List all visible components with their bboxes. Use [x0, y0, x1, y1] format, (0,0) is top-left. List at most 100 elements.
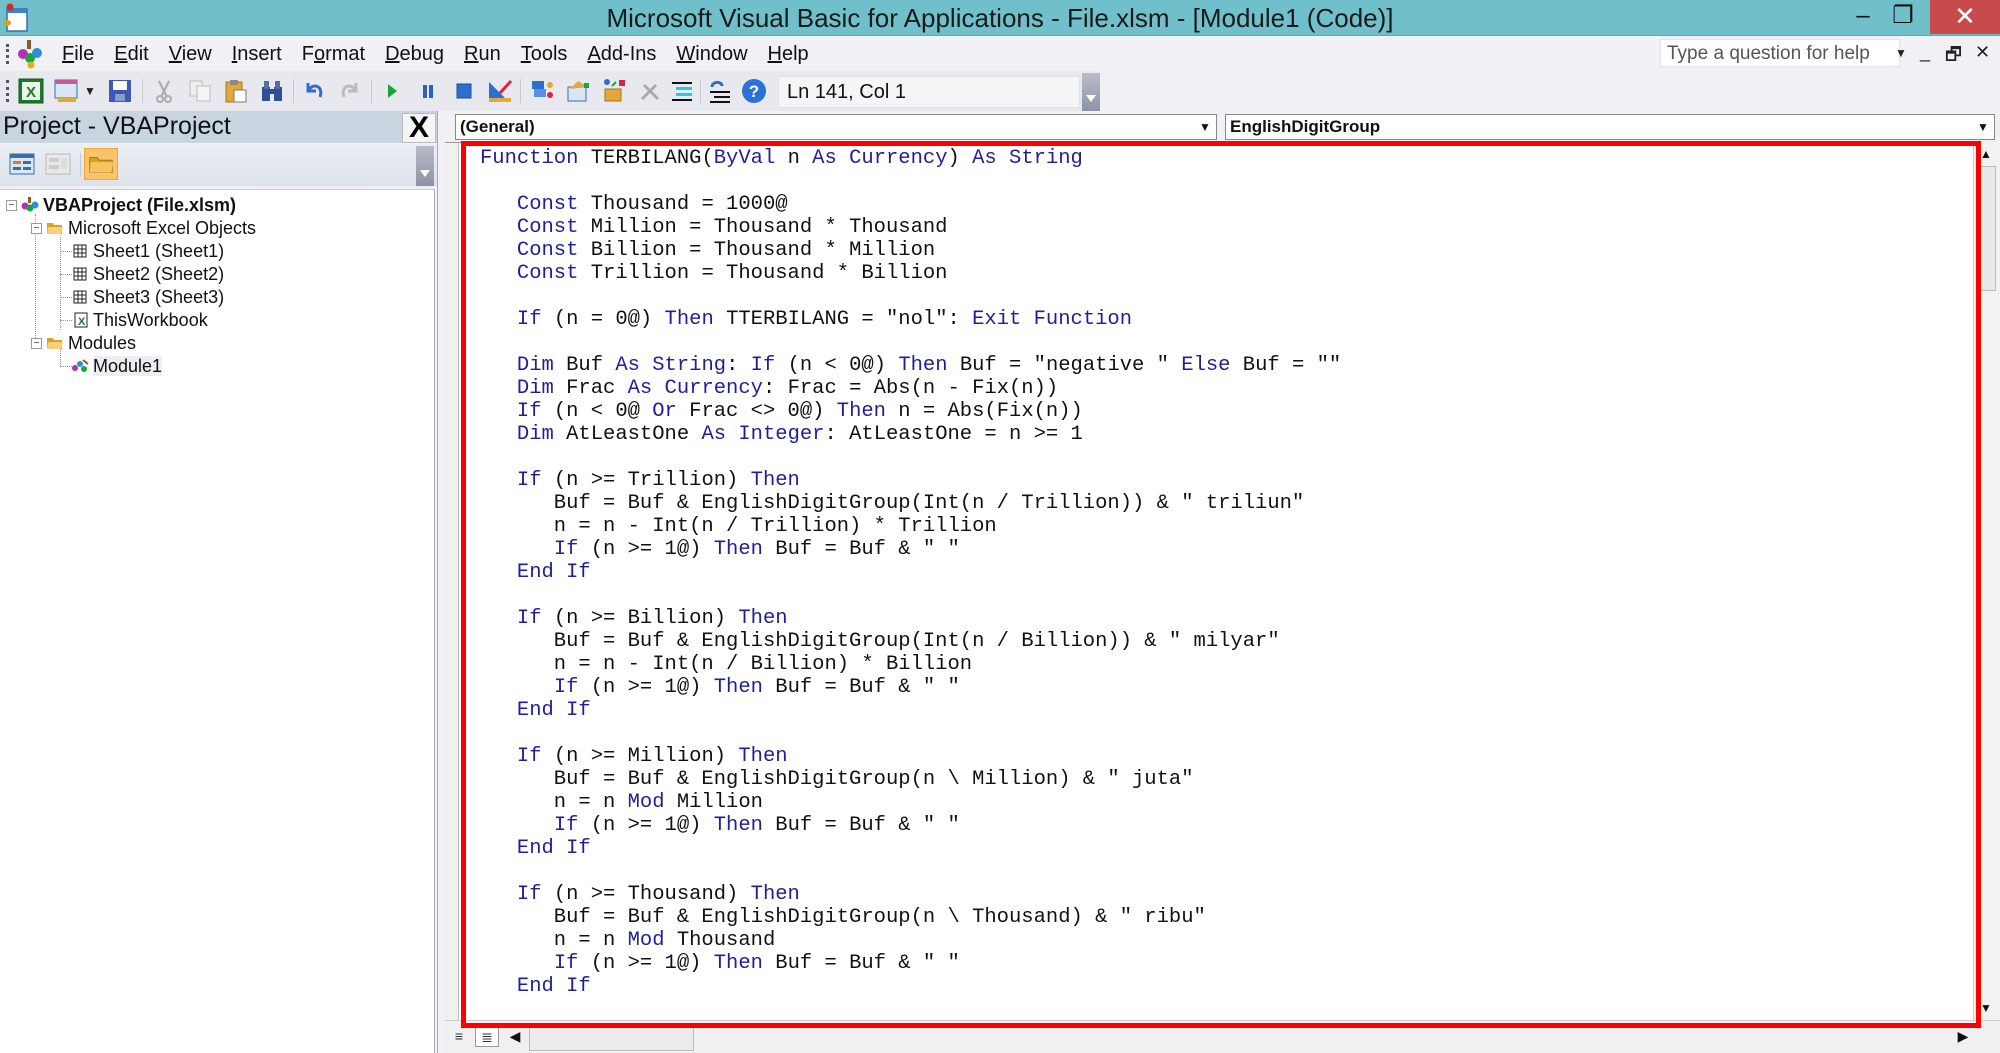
code-line[interactable]: If (n >= 1@) Then Buf = Buf & " "	[480, 538, 1341, 561]
code-line[interactable]: Const Billion = Thousand * Million	[480, 239, 1341, 262]
undo-icon[interactable]	[300, 77, 328, 105]
toggle-folders-icon[interactable]	[84, 148, 118, 180]
chevron-down-icon[interactable]: ▼	[1196, 117, 1214, 137]
menu-addins[interactable]: Add-Ins	[577, 41, 666, 67]
code-line[interactable]: If (n >= Billion) Then	[480, 607, 1341, 630]
vertical-scroll-thumb[interactable]	[1976, 166, 1996, 291]
insert-dropdown-arrow-icon[interactable]: ▼	[84, 77, 98, 105]
code-line[interactable]	[480, 170, 1341, 193]
procedure-combo[interactable]: EnglishDigitGroup ▼	[1225, 114, 1995, 140]
scroll-down-arrow-icon[interactable]: ▼	[1976, 998, 1996, 1018]
menu-tools[interactable]: Tools	[511, 41, 578, 67]
code-line[interactable]: n = n Mod Million	[480, 791, 1341, 814]
code-line[interactable]: If (n >= 1@) Then Buf = Buf & " "	[480, 676, 1341, 699]
code-line[interactable]: Dim Buf As String: If (n < 0@) Then Buf …	[480, 354, 1341, 377]
code-line[interactable]: If (n >= 1@) Then Buf = Buf & " "	[480, 814, 1341, 837]
code-line[interactable]: Buf = Buf & EnglishDigitGroup(n \ Thousa…	[480, 906, 1341, 929]
tree-item-modules[interactable]: Modules	[46, 332, 136, 354]
tree-item-module1[interactable]: Module1	[71, 355, 163, 377]
scroll-right-arrow-icon[interactable]: ▶	[1953, 1025, 1973, 1047]
code-line[interactable]: If (n < 0@ Or Frac <> 0@) Then n = Abs(F…	[480, 400, 1341, 423]
object-browser-icon[interactable]	[600, 77, 628, 105]
help-search-input[interactable]: Type a question for help	[1660, 39, 1900, 67]
code-line[interactable]: If (n >= 1@) Then Buf = Buf & " "	[480, 952, 1341, 975]
tree-collapse-toggle[interactable]: −	[31, 338, 42, 349]
scroll-left-arrow-icon[interactable]: ◀	[505, 1025, 525, 1047]
toolbar-grip-handle[interactable]	[6, 80, 10, 102]
outdent-icon[interactable]	[706, 77, 734, 105]
menu-insert[interactable]: Insert	[222, 41, 292, 67]
menu-edit[interactable]: Edit	[104, 41, 158, 67]
tree-collapse-toggle[interactable]: −	[31, 223, 42, 234]
toolbox-icon[interactable]	[636, 77, 664, 105]
indent-icon[interactable]	[668, 77, 696, 105]
help-dropdown-arrow-icon[interactable]: ▼	[1893, 39, 1909, 67]
code-line[interactable]: n = n Mod Thousand	[480, 929, 1341, 952]
copy-icon[interactable]	[186, 77, 214, 105]
code-line[interactable]: Const Trillion = Thousand * Billion	[480, 262, 1341, 285]
code-line[interactable]: n = n - Int(n / Billion) * Billion	[480, 653, 1341, 676]
code-line[interactable]: Buf = Buf & EnglishDigitGroup(Int(n / Bi…	[480, 630, 1341, 653]
code-line[interactable]: If (n >= Thousand) Then	[480, 883, 1341, 906]
tree-collapse-toggle[interactable]: −	[6, 200, 17, 211]
code-line[interactable]: Buf = Buf & EnglishDigitGroup(Int(n / Tr…	[480, 492, 1341, 515]
toolbar-overflow-button[interactable]	[1082, 73, 1100, 111]
design-mode-icon[interactable]	[486, 77, 514, 105]
code-line[interactable]: Const Million = Thousand * Thousand	[480, 216, 1341, 239]
view-code-icon[interactable]	[8, 150, 36, 178]
code-line[interactable]: End If	[480, 699, 1341, 722]
menu-format[interactable]: Format	[292, 41, 375, 67]
vertical-scrollbar[interactable]: ▲ ▼	[1973, 142, 1997, 1020]
code-line[interactable]	[480, 331, 1341, 354]
view-object-icon[interactable]	[44, 150, 72, 178]
project-toolbar-overflow-button[interactable]	[416, 146, 434, 186]
code-line[interactable]: Function TERBILANG(ByVal n As Currency) …	[480, 147, 1341, 170]
scroll-up-arrow-icon[interactable]: ▲	[1976, 144, 1996, 164]
code-editor[interactable]: Function TERBILANG(ByVal n As Currency) …	[445, 142, 1973, 1020]
mdi-minimize-button[interactable]: _	[1920, 42, 1930, 63]
project-explorer-icon[interactable]	[528, 77, 556, 105]
project-pane-close-button[interactable]: X	[402, 113, 436, 143]
code-line[interactable]: Dim AtLeastOne As Integer: AtLeastOne = …	[480, 423, 1341, 446]
code-line[interactable]: Const Thousand = 1000@	[480, 193, 1341, 216]
properties-window-icon[interactable]	[564, 77, 592, 105]
tree-item-sheet2-sheet2[interactable]: Sheet2 (Sheet2)	[71, 263, 224, 285]
procedure-view-button[interactable]: ≡	[447, 1025, 471, 1047]
tree-item-sheet1-sheet1[interactable]: Sheet1 (Sheet1)	[71, 240, 224, 262]
run-icon[interactable]	[378, 77, 406, 105]
tree-item-microsoft-excel-objects[interactable]: Microsoft Excel Objects	[46, 217, 256, 239]
horizontal-scroll-thumb[interactable]	[529, 1023, 694, 1051]
code-line[interactable]	[480, 860, 1341, 883]
menu-debug[interactable]: Debug	[375, 41, 454, 67]
redo-icon[interactable]	[336, 77, 364, 105]
full-module-view-button[interactable]: ≣	[475, 1025, 499, 1047]
paste-icon[interactable]	[222, 77, 250, 105]
close-window-button[interactable]: ✕	[1930, 0, 2000, 34]
code-line[interactable]: Dim Frac As Currency: Frac = Abs(n - Fix…	[480, 377, 1341, 400]
code-line[interactable]	[480, 584, 1341, 607]
code-line[interactable]: If (n >= Trillion) Then	[480, 469, 1341, 492]
code-line[interactable]: If (n >= Million) Then	[480, 745, 1341, 768]
code-line[interactable]: Buf = Buf & EnglishDigitGroup(n \ Millio…	[480, 768, 1341, 791]
code-line[interactable]	[480, 285, 1341, 308]
menu-window[interactable]: Window	[666, 41, 757, 67]
code-line[interactable]: If (n = 0@) Then TTERBILANG = "nol": Exi…	[480, 308, 1341, 331]
object-combo[interactable]: (General) ▼	[455, 114, 1217, 140]
code-line[interactable]	[480, 446, 1341, 469]
help-icon[interactable]: ?	[740, 77, 768, 105]
code-line[interactable]: End If	[480, 837, 1341, 860]
break-icon[interactable]	[414, 77, 442, 105]
code-line[interactable]	[480, 722, 1341, 745]
reset-icon[interactable]	[450, 77, 478, 105]
mdi-restore-button[interactable]: 🗗	[1945, 42, 1962, 72]
find-binoculars-icon[interactable]	[258, 77, 286, 105]
tree-item-sheet3-sheet3[interactable]: Sheet3 (Sheet3)	[71, 286, 224, 308]
menu-file[interactable]: File	[52, 41, 104, 67]
cut-icon[interactable]	[150, 77, 178, 105]
code-line[interactable]: n = n - Int(n / Trillion) * Trillion	[480, 515, 1341, 538]
menu-view[interactable]: View	[159, 41, 222, 67]
menu-help[interactable]: Help	[758, 41, 819, 67]
margin-indicator-bar[interactable]	[445, 143, 459, 1020]
menubar-grip-handle[interactable]	[6, 44, 10, 64]
code-line[interactable]: End If	[480, 975, 1341, 998]
